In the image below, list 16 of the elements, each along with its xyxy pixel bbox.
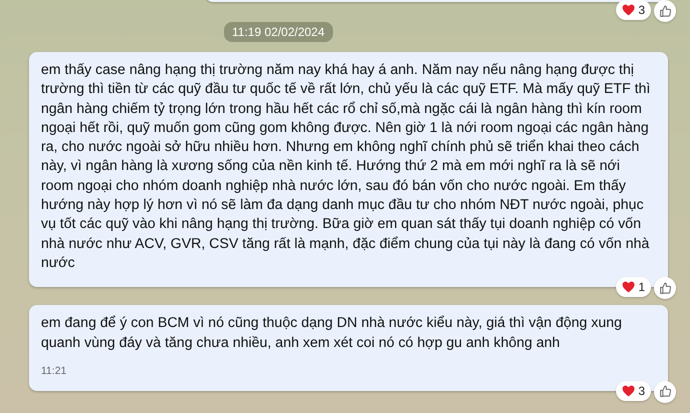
date-separator: 11:19 02/02/2024 [224,22,333,42]
message-text: em đang để ý con BCM vì nó cũng thuộc dạng DN nhà nước kiểu này, giá thì vận động xung quanh vùng đáy và tăng chưa nhiều, anh xem xét coi nó có hợp gu anh không anh [41,314,623,353]
reaction-count[interactable]: 3 [616,380,651,401]
thumbs-up-icon [658,282,672,295]
reaction-count[interactable]: 1 [616,277,651,298]
like-button[interactable] [654,0,676,22]
heart-icon [622,281,636,294]
message-time: 11:21 [41,364,68,377]
thumbs-up-icon [658,4,672,18]
thumbs-up-icon [658,385,672,398]
heart-icon [622,384,636,397]
message-text: em thấy case nâng hạng thị trường năm nay khá hay á anh. Năm nay nếu nâng hạng được thị trường thì tiền từ các quỹ đầu tư quốc tế về rất lớn, chủ yếu là các quỹ ETF. Mà mấy quỹ ETF thì ngân hàng chiếm tỷ trọng lớn trong hầu hết các rổ chỉ số,mà ngặc cái là ngân hàng thì kín room ngoại hết rồi, quỹ muốn gom cũng gom không được. Nên giờ 1 là nới room ngoại các ngân hàng ra, cho nước ngoài sở hữu nhiều hơn. Nhưng em không nghĩ chính phủ sẽ triển khai theo cách này, vì ngân hàng là xương sống của nền kinh tế. Hướng thứ 2 mà em mới nghĩ ra là sẽ nới room ngoại cho nhóm doanh nghiệp nhà nước lớn, sau đó bán vốn cho nước ngoài. Em thấy hướng này hợp lý hơn vì nó sẽ làm đa dạng danh mục đầu tư cho nhóm NĐT nước ngoài, phục vụ tốt các quỹ vào khi nâng hạng thị trường. Bữa giờ em quan sát thấy tụi doanh nghiệp có vốn nhà nước như ACV, GVR, CSV tăng rất là mạnh, đặc điểm chung của tụi này là đang có vốn nhà nước [41,61,652,273]
heart-icon [622,4,636,16]
like-button[interactable] [654,380,676,403]
like-button[interactable] [654,277,676,300]
reaction-count[interactable]: 3 [616,0,651,20]
